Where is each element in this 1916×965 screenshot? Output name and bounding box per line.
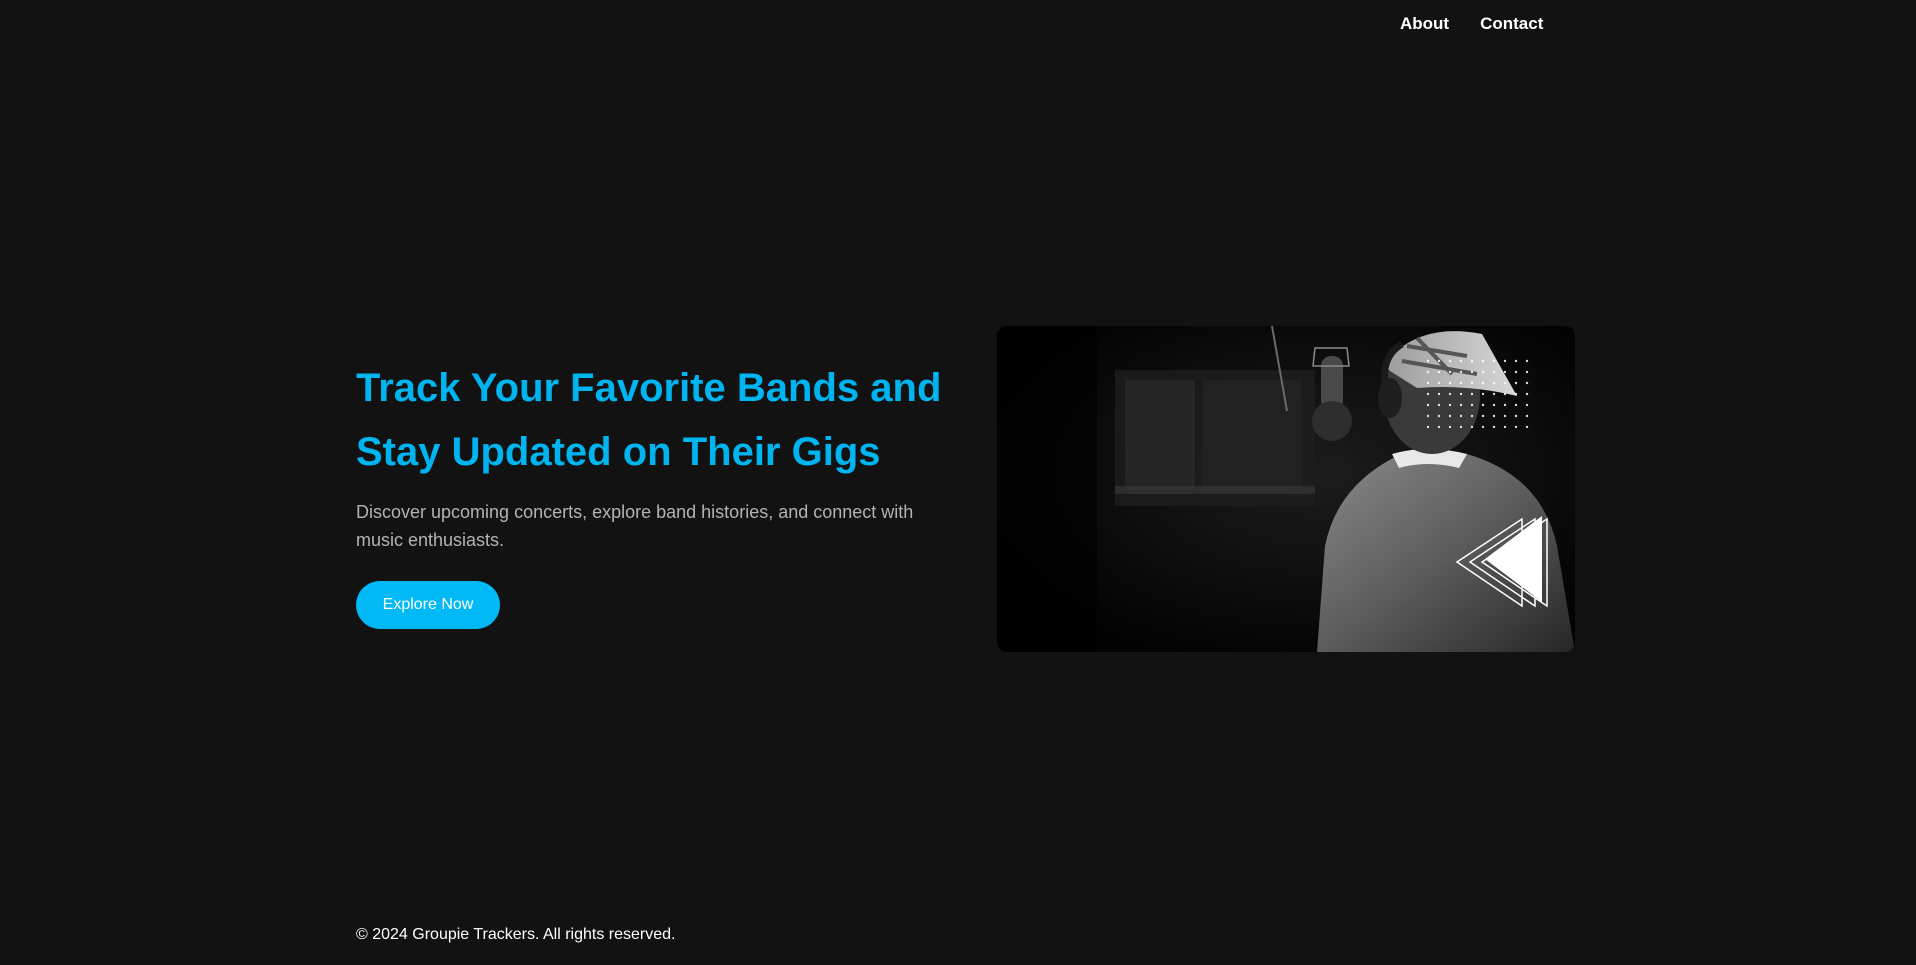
footer-copyright: © 2024 Groupie Trackers. All rights rese… xyxy=(356,926,676,943)
hero-title: Track Your Favorite Bands and Stay Updat… xyxy=(356,366,942,474)
hero-image xyxy=(997,326,1575,652)
top-nav: About Contact xyxy=(1400,14,1543,34)
nav-contact-link[interactable]: Contact xyxy=(1480,14,1543,34)
explore-now-button[interactable]: Explore Now xyxy=(356,581,500,629)
hero-subtitle: Discover upcoming concerts, explore band… xyxy=(356,502,914,550)
nav-about-link[interactable]: About xyxy=(1400,14,1449,34)
landing-page: About Contact Track Your Favorite Bands … xyxy=(0,0,1916,965)
